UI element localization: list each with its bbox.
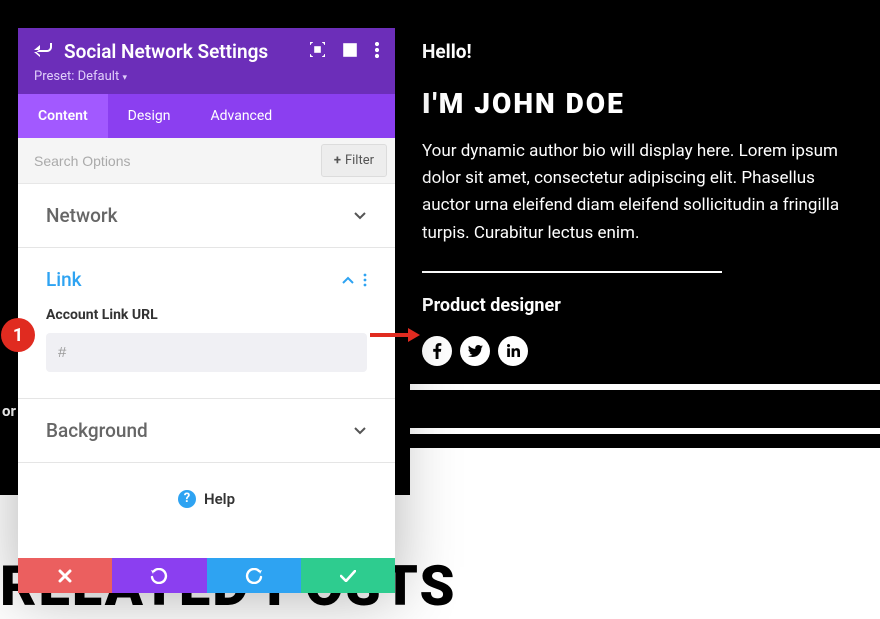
expand-icon[interactable] bbox=[310, 42, 325, 61]
undo-button[interactable] bbox=[112, 558, 206, 593]
twitter-icon[interactable] bbox=[460, 336, 490, 366]
panel-header: Social Network Settings Preset: Default … bbox=[18, 28, 395, 94]
tab-content[interactable]: Content bbox=[18, 94, 108, 138]
section-background-title: Background bbox=[46, 419, 353, 442]
tab-advanced[interactable]: Advanced bbox=[191, 94, 293, 138]
preview-author-block: Hello! I'M JOHN DOE Your dynamic author … bbox=[410, 0, 880, 448]
help-icon: ? bbox=[178, 490, 196, 508]
panel-tabs: Content Design Advanced bbox=[18, 94, 395, 138]
annotation-arrow bbox=[368, 326, 420, 344]
section-link-title: Link bbox=[46, 268, 333, 291]
link-url-label: Account Link URL bbox=[46, 307, 367, 323]
section-background-header[interactable]: Background bbox=[18, 399, 395, 462]
help-link[interactable]: ? Help bbox=[178, 490, 235, 508]
annotation-marker-1: 1 bbox=[1, 318, 35, 352]
preview-greeting: Hello! bbox=[422, 40, 862, 63]
chevron-down-icon bbox=[353, 209, 367, 223]
action-bar bbox=[18, 558, 395, 593]
redo-button[interactable] bbox=[207, 558, 301, 593]
link-url-input[interactable] bbox=[46, 333, 367, 372]
save-button[interactable] bbox=[301, 558, 395, 593]
section-link-header[interactable]: Link bbox=[18, 248, 395, 301]
section-network-title: Network bbox=[46, 204, 353, 227]
chevron-down-icon bbox=[353, 424, 367, 438]
facebook-icon[interactable] bbox=[422, 336, 452, 366]
kebab-icon[interactable] bbox=[363, 273, 367, 287]
columns-icon[interactable] bbox=[343, 42, 357, 61]
cancel-button[interactable] bbox=[18, 558, 112, 593]
panel-title: Social Network Settings bbox=[64, 40, 298, 63]
preview-author-name: I'M JOHN DOE bbox=[422, 87, 862, 120]
settings-panel: Social Network Settings Preset: Default … bbox=[18, 28, 395, 593]
preview-author-bio: Your dynamic author bio will display her… bbox=[422, 138, 862, 247]
back-icon[interactable] bbox=[34, 41, 52, 62]
preview-social-icons bbox=[422, 336, 862, 366]
linkedin-icon[interactable] bbox=[498, 336, 528, 366]
preview-divider bbox=[422, 271, 722, 273]
search-input[interactable] bbox=[18, 140, 313, 182]
filter-button[interactable]: +Filter bbox=[321, 144, 387, 177]
preset-label[interactable]: Preset: Default ▾ bbox=[34, 69, 379, 84]
section-network-header[interactable]: Network bbox=[18, 184, 395, 247]
kebab-icon[interactable] bbox=[375, 42, 379, 62]
preview-author-role: Product designer bbox=[422, 295, 862, 316]
chevron-up-icon bbox=[341, 273, 355, 287]
tab-design[interactable]: Design bbox=[108, 94, 191, 138]
